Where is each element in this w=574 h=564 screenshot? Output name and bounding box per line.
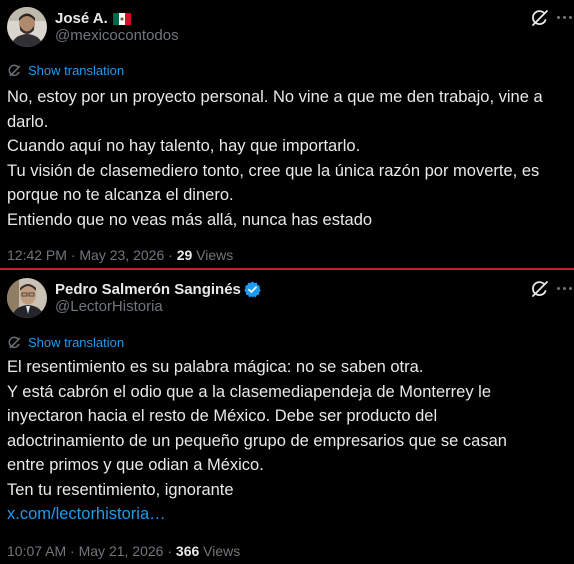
grok-icon[interactable] — [530, 279, 550, 299]
show-translation-link[interactable]: Show translation — [8, 335, 124, 350]
tweet-link[interactable]: x.com/lectorhistoria… — [7, 502, 571, 527]
more-options-icon[interactable] — [557, 287, 572, 290]
show-translation-link[interactable]: Show translation — [8, 63, 124, 78]
tweet-text-line: inyectaron hacia el resto de México. Deb… — [7, 407, 438, 425]
show-translation-label: Show translation — [28, 63, 125, 78]
tweet-meta: 12:42 PM · May 23, 2026 · 29 Views — [7, 247, 233, 263]
show-translation-label: Show translation — [28, 335, 125, 350]
tweet-meta: 10:07 AM · May 21, 2026 · 366 Views — [7, 543, 240, 559]
verified-badge-icon — [244, 281, 261, 298]
avatar[interactable] — [7, 278, 47, 318]
tweet-text: El resentimiento es su palabra mágica: n… — [7, 355, 571, 527]
tweet-text: No, estoy por un proyecto personal. No v… — [7, 85, 571, 232]
tweet-time[interactable]: 12:42 PM — [7, 247, 67, 263]
tweet-text-line: No, estoy por un proyecto personal. No v… — [7, 88, 543, 106]
meta-separator: · — [70, 247, 76, 263]
meta-separator: · — [70, 543, 75, 559]
author-handle[interactable]: @LectorHistoria — [55, 298, 163, 315]
divider — [0, 268, 574, 270]
tweet: José A. @mexicocontodos Show translation… — [0, 0, 574, 268]
tweet-date[interactable]: May 21, 2026 — [79, 543, 164, 559]
views-label: Views — [196, 247, 234, 263]
mexico-flag-icon — [112, 12, 131, 25]
tweet-date[interactable]: May 23, 2026 — [79, 247, 164, 263]
tweet-text-line: Tu visión de clasemediero tonto, cree qu… — [7, 161, 540, 180]
views-label: Views — [203, 543, 241, 559]
meta-separator: · — [168, 247, 173, 263]
grok-icon[interactable] — [530, 8, 550, 28]
tweet-text-line: entre primos y que odian a México. — [7, 456, 264, 474]
views-count: 366 — [175, 543, 200, 559]
tweet-text-line: Cuando aquí no hay talento, hay que impo… — [7, 137, 361, 155]
globe-icon — [8, 64, 21, 76]
tweet: Pedro Salmerón Sanginés @LectorHistoria … — [0, 271, 574, 564]
tweet-text-line: Entiendo que no veas más allá, nunca has… — [7, 210, 373, 229]
more-options-icon[interactable] — [557, 16, 572, 19]
tweet-text-line: Ten tu resentimiento, ignorante — [7, 480, 234, 499]
views-count: 29 — [176, 247, 193, 263]
tweet-text-line: adoctrinamiento de un pequeño grupo de e… — [7, 431, 507, 450]
tweet-text-line: Y está cabrón el odio que a la clasemedi… — [7, 382, 492, 401]
author-name[interactable]: José A. — [55, 10, 108, 27]
avatar[interactable] — [7, 7, 47, 47]
tweet-text-line: darlo. — [7, 112, 49, 131]
globe-icon — [8, 336, 21, 348]
tweet-text-line: porque no te alcanza el dinero. — [7, 186, 234, 204]
author-name[interactable]: Pedro Salmerón Sanginés — [55, 281, 241, 298]
meta-separator: · — [167, 543, 173, 559]
tweet-text-line: El resentimiento es su palabra mágica: n… — [7, 358, 424, 376]
tweet-time[interactable]: 10:07 AM — [7, 543, 66, 559]
author-handle[interactable]: @mexicocontodos — [55, 27, 179, 44]
